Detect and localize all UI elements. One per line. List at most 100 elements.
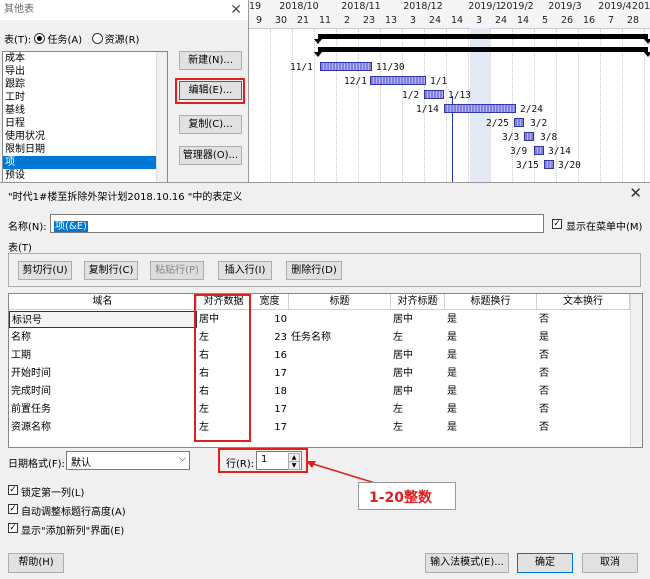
paste-row-button[interactable]: 粘贴行(P) bbox=[150, 261, 204, 280]
grid-cell-title-align[interactable]: 左 bbox=[391, 329, 445, 346]
show-in-menu-checkbox[interactable]: ✓ bbox=[552, 219, 562, 229]
grid-cell-header-wrap[interactable]: 是 bbox=[445, 383, 537, 400]
organizer-button[interactable]: 管理器(O)... bbox=[179, 146, 242, 165]
grid-cell-width[interactable]: 17 bbox=[251, 419, 289, 436]
grid-scrollbar[interactable] bbox=[630, 294, 642, 447]
grid-cell-field[interactable]: 完成时间 bbox=[9, 383, 197, 400]
grid-cell-field[interactable]: 名称 bbox=[9, 329, 197, 346]
radio-task[interactable]: 任务(A) bbox=[34, 33, 82, 46]
column-header[interactable]: 文本换行 bbox=[537, 294, 630, 310]
new-button[interactable]: 新建(N)... bbox=[179, 51, 242, 70]
auto-adjust-header-checkbox[interactable]: ✓ bbox=[8, 504, 18, 514]
task-bar[interactable] bbox=[320, 62, 372, 71]
grid-cell-width[interactable]: 23 bbox=[251, 329, 289, 346]
lock-first-column-checkbox[interactable]: ✓ bbox=[8, 485, 18, 495]
list-item[interactable]: 基线 bbox=[3, 104, 167, 117]
lock-first-column-label: 锁定第一列(L) bbox=[21, 488, 85, 499]
list-item[interactable]: 日程 bbox=[3, 117, 167, 130]
close-icon[interactable]: ✕ bbox=[230, 0, 242, 20]
date-format-select[interactable]: 默认 ⌵ bbox=[66, 451, 190, 470]
timeline-label: 21 bbox=[296, 15, 310, 26]
task-bar[interactable] bbox=[444, 104, 516, 113]
insert-row-button[interactable]: 插入行(I) bbox=[218, 261, 272, 280]
grid-cell-text-wrap[interactable]: 否 bbox=[537, 347, 630, 364]
radio-resource-label: 资源(R) bbox=[104, 35, 140, 46]
task-bar[interactable] bbox=[544, 160, 554, 169]
grid-cell-text-wrap[interactable]: 是 bbox=[537, 329, 630, 346]
copy-button[interactable]: 复制(C)... bbox=[179, 115, 242, 134]
grid-cell-text-wrap[interactable]: 否 bbox=[537, 401, 630, 418]
list-item[interactable]: 导出 bbox=[3, 65, 167, 78]
grid-cell-header-wrap[interactable]: 是 bbox=[445, 419, 537, 436]
list-item[interactable]: 跟踪 bbox=[3, 78, 167, 91]
grid-cell-text-wrap[interactable]: 否 bbox=[537, 311, 630, 328]
show-add-new-column-checkbox[interactable]: ✓ bbox=[8, 523, 18, 533]
grid-cell-text-wrap[interactable]: 否 bbox=[537, 365, 630, 382]
grid-cell-title-align[interactable]: 左 bbox=[391, 419, 445, 436]
list-item[interactable]: 成本 bbox=[3, 52, 167, 65]
table-type-row: 表(T): 任务(A) 资源(R) bbox=[4, 31, 139, 46]
grid-cell-title[interactable] bbox=[289, 365, 391, 382]
grid-cell-field[interactable]: 开始时间 bbox=[9, 365, 197, 382]
task-bar[interactable] bbox=[524, 132, 534, 141]
cancel-button[interactable]: 取消 bbox=[582, 553, 638, 573]
grid-cell-header-wrap[interactable]: 是 bbox=[445, 365, 537, 382]
table-list[interactable]: 成本 导出 跟踪 工时 基线 日程 使用状况 限制日期 项 预设 bbox=[2, 51, 168, 186]
radio-checked-icon[interactable] bbox=[34, 33, 46, 44]
ok-button[interactable]: 确定 bbox=[517, 553, 573, 573]
grid-cell-width[interactable]: 17 bbox=[251, 401, 289, 418]
grid-cell-field[interactable]: 资源名称 bbox=[9, 419, 197, 436]
grid-cell-title-align[interactable]: 居中 bbox=[391, 365, 445, 382]
task-bar[interactable] bbox=[534, 146, 544, 155]
list-item[interactable]: 使用状况 bbox=[3, 130, 167, 143]
grid-cell-field[interactable]: 前置任务 bbox=[9, 401, 197, 418]
grid-cell-header-wrap[interactable]: 是 bbox=[445, 329, 537, 346]
grid-cell-title[interactable] bbox=[289, 419, 391, 436]
column-header[interactable]: 宽度 bbox=[251, 294, 289, 310]
column-header[interactable]: 标题 bbox=[289, 294, 391, 310]
grid-cell-title[interactable] bbox=[289, 383, 391, 400]
close-icon[interactable]: ✕ bbox=[629, 184, 642, 202]
grid-cell-header-wrap[interactable]: 是 bbox=[445, 401, 537, 418]
column-header[interactable]: 域名 bbox=[9, 294, 197, 310]
grid-cell-width[interactable]: 16 bbox=[251, 347, 289, 364]
list-item[interactable]: 工时 bbox=[3, 91, 167, 104]
task-bar[interactable] bbox=[424, 90, 444, 99]
grid-cell-title-align[interactable]: 左 bbox=[391, 401, 445, 418]
column-header[interactable]: 对齐标题 bbox=[391, 294, 445, 310]
list-item[interactable]: 限制日期 bbox=[3, 143, 167, 156]
grid-cell-width[interactable]: 17 bbox=[251, 365, 289, 382]
copy-row-button[interactable]: 复制行(C) bbox=[84, 261, 138, 280]
grid-cell-title-align[interactable]: 居中 bbox=[391, 383, 445, 400]
task-bar[interactable] bbox=[370, 76, 426, 85]
task-bar[interactable] bbox=[514, 118, 524, 127]
grid-cell-field[interactable]: 工期 bbox=[9, 347, 197, 364]
grid-cell-title[interactable] bbox=[289, 311, 391, 328]
other-tables-titlebar: 其他表 ✕ bbox=[0, 0, 248, 20]
radio-resource[interactable]: 资源(R) bbox=[91, 33, 140, 46]
list-scrollbar[interactable] bbox=[156, 52, 167, 185]
name-input[interactable]: 项(&E) bbox=[50, 214, 544, 233]
grid-cell-title-align[interactable]: 居中 bbox=[391, 347, 445, 364]
cut-row-button[interactable]: 剪切行(U) bbox=[18, 261, 72, 280]
radio-unchecked-icon[interactable] bbox=[91, 33, 103, 44]
grid-cell-width[interactable]: 18 bbox=[251, 383, 289, 400]
grid-cell-title[interactable] bbox=[289, 347, 391, 364]
list-item-selected[interactable]: 项 bbox=[3, 156, 167, 169]
help-button[interactable]: 帮助(H) bbox=[8, 553, 64, 573]
ime-mode-button[interactable]: 输入法模式(E)... bbox=[425, 553, 509, 573]
grid-cell-title[interactable] bbox=[289, 401, 391, 418]
grid-cell-title-align[interactable]: 居中 bbox=[391, 311, 445, 328]
grid-cell-text-wrap[interactable]: 否 bbox=[537, 419, 630, 436]
field-grid[interactable]: 域名 对齐数据 宽度 标题 对齐标题 标题换行 文本换行 标识号 居中 10 居中是否… bbox=[8, 293, 643, 448]
list-item[interactable]: 预设 bbox=[3, 169, 167, 182]
grid-cell-width[interactable]: 10 bbox=[251, 311, 289, 328]
delete-row-button[interactable]: 删除行(D) bbox=[286, 261, 342, 280]
column-header[interactable]: 标题换行 bbox=[445, 294, 537, 310]
grid-cell-field[interactable]: 标识号 bbox=[9, 311, 197, 328]
grid-cell-text-wrap[interactable]: 否 bbox=[537, 383, 630, 400]
grid-cell-header-wrap[interactable]: 是 bbox=[445, 311, 537, 328]
chevron-down-icon: ⌵ bbox=[179, 454, 186, 464]
grid-cell-header-wrap[interactable]: 是 bbox=[445, 347, 537, 364]
grid-cell-title[interactable]: 任务名称 bbox=[289, 329, 391, 346]
